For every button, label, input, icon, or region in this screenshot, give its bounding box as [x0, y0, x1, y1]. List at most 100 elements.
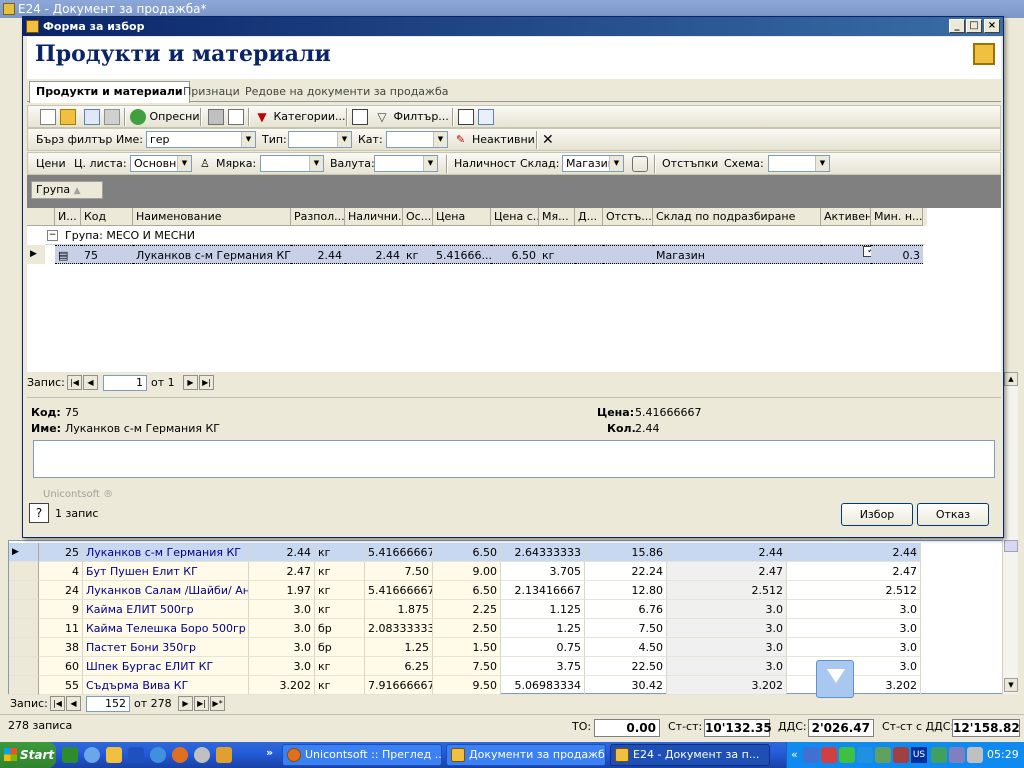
first-record-icon[interactable]: |◀ [67, 375, 82, 390]
column-header[interactable]: Налични... [345, 208, 403, 226]
new-icon[interactable] [40, 109, 56, 125]
refresh-button[interactable]: Опресни [130, 109, 200, 125]
scroll-down-arrow-icon[interactable] [816, 660, 854, 698]
category-filter-select[interactable]: ▼ [386, 131, 448, 148]
notes-field[interactable] [33, 440, 995, 478]
maximize-icon[interactable]: □ [966, 19, 982, 33]
chevron-down-icon[interactable]: ▼ [337, 132, 351, 147]
products-grid[interactable]: И... Код Наименование Разпол... Налични.… [27, 208, 1001, 372]
quicklaunch-ie-icon[interactable] [150, 747, 166, 763]
language-indicator[interactable]: US [911, 747, 927, 763]
name-filter-input[interactable]: гер ▼ [146, 131, 256, 148]
tray-icon-3[interactable] [839, 747, 855, 763]
table-row[interactable]: ▶ 25 Луканков с-м Германия КГ 2.44 кг 5.41666… [9, 543, 921, 562]
start-button[interactable]: Start [0, 742, 56, 768]
store-refresh-icon[interactable] [632, 156, 648, 172]
checkbox-checked-icon[interactable]: ✓ [863, 246, 871, 257]
task-button-1[interactable]: Unicontsoft :: Преглед ... [282, 744, 442, 766]
pricelist-select[interactable]: Основна ▼ [130, 155, 192, 172]
tray-icon-7[interactable] [931, 747, 947, 763]
open-icon[interactable] [60, 109, 76, 125]
task-button-3[interactable]: E24 - Документ за п... [610, 744, 770, 766]
column-header[interactable]: Отстъ... [603, 208, 653, 226]
table-row[interactable]: ▶ ▤ 75 Луканков с-м Германия КГ 2.44 2.4… [27, 245, 927, 264]
background-grid[interactable]: ▶ 25 Луканков с-м Германия КГ 2.44 кг 5.41666… [8, 540, 1008, 695]
chevron-down-icon[interactable]: ▼ [177, 156, 191, 171]
table-row[interactable]: 11 Кайма Телешка Боро 500гр 3.0 бр 2.0833333… [9, 619, 921, 638]
tray-icon-2[interactable] [821, 747, 837, 763]
type-filter-select[interactable]: ▼ [288, 131, 352, 148]
delete-icon[interactable] [104, 109, 120, 125]
columns-icon[interactable] [352, 109, 368, 125]
table-row[interactable]: 38 Пастет Бони 350гр 3.0 бр 1.25 1.50 0.75 4.50… [9, 638, 921, 657]
column-header[interactable]: Цена [433, 208, 491, 226]
quicklaunch-more-icon[interactable]: » [266, 746, 273, 759]
next-record-icon[interactable]: ▶ [183, 375, 198, 390]
minimize-icon[interactable]: _ [949, 19, 965, 33]
categories-button[interactable]: ▼ Категории... [254, 109, 345, 125]
tab-document-rows[interactable]: Редове на документи за продажба [239, 83, 454, 102]
next-record-icon[interactable]: ▶ [178, 696, 193, 711]
new-record-icon[interactable]: ▶* [210, 696, 225, 711]
help-icon[interactable]: ? [29, 503, 49, 523]
column-header[interactable]: Д... [575, 208, 603, 226]
column-header[interactable]: Склад по подразбиране [653, 208, 821, 226]
tray-icon-6[interactable] [893, 747, 909, 763]
close-icon[interactable]: × [984, 19, 1000, 33]
scroll-down-icon[interactable]: ▼ [1004, 678, 1018, 692]
column-header[interactable]: Цена с... [491, 208, 539, 226]
chevron-down-icon[interactable]: ▼ [815, 156, 829, 171]
chevron-down-icon[interactable]: ▼ [309, 156, 323, 171]
clear-filter-icon[interactable]: ✕ [542, 132, 554, 148]
prev-record-icon[interactable]: ◀ [66, 696, 81, 711]
table-row[interactable]: 4 Бут Пушен Елит КГ 2.47 кг 7.50 9.00 3.705 22.… [9, 562, 921, 581]
table-row[interactable]: 9 Кайма ЕЛИТ 500гр 3.0 кг 1.875 2.25 1.125 6.76… [9, 600, 921, 619]
tray-icon-5[interactable] [875, 747, 891, 763]
quicklaunch-app3-icon[interactable] [216, 747, 232, 763]
filter-button[interactable]: ▽ Филтър... [374, 109, 448, 125]
group-row[interactable]: − Група: МЕСО И МЕСНИ [45, 227, 925, 245]
chevron-down-icon[interactable]: ▼ [609, 156, 623, 171]
cancel-button[interactable]: Отказ [917, 503, 989, 526]
tray-icon-4[interactable] [857, 747, 873, 763]
volume-icon[interactable] [967, 747, 983, 763]
quicklaunch-folder-icon[interactable] [106, 747, 122, 763]
tab-products[interactable]: Продукти и материали [29, 81, 190, 103]
chevron-down-icon[interactable]: ▼ [241, 132, 255, 147]
background-vertical-scrollbar[interactable]: ▲ ▼ [1002, 372, 1018, 694]
quicklaunch-app2-icon[interactable] [194, 747, 210, 763]
last-record-icon[interactable]: ▶| [199, 375, 214, 390]
tray-icon-1[interactable] [803, 747, 819, 763]
column-header[interactable]: Код [81, 208, 133, 226]
table-row[interactable]: 60 Шпек Бургас ЕЛИТ КГ 3.0 кг 6.25 7.50 3.75 22… [9, 657, 921, 676]
tray-expand-icon[interactable]: « [791, 742, 798, 768]
column-header[interactable]: Активен [821, 208, 871, 226]
scheme-select[interactable]: ▼ [768, 155, 830, 172]
column-header[interactable]: Мя... [539, 208, 575, 226]
tab-attributes[interactable]: Признаци [177, 83, 246, 102]
scroll-up-icon[interactable]: ▲ [1004, 372, 1018, 386]
quicklaunch-msn-icon[interactable] [84, 747, 100, 763]
table-row[interactable]: 55 Съдърма Вива КГ 3.202 кг 7.91666667 9.50 5.… [9, 676, 921, 695]
print-icon[interactable] [208, 109, 224, 125]
measure-select[interactable]: ▼ [260, 155, 324, 172]
record-input[interactable]: 1 [103, 375, 147, 391]
scroll-thumb[interactable] [1004, 540, 1018, 552]
currency-select[interactable]: ▼ [374, 155, 438, 172]
column-header[interactable]: Наименование [133, 208, 291, 226]
store-select[interactable]: Магазин ▼ [562, 155, 624, 172]
copy-icon[interactable] [84, 109, 100, 125]
tray-icon-8[interactable] [949, 747, 965, 763]
group-column-button[interactable]: Група ▲ [31, 181, 103, 199]
inactive-toggle[interactable]: ✎ Неактивни [456, 132, 535, 148]
column-header[interactable]: Ос... [403, 208, 433, 226]
chevron-down-icon[interactable]: ▼ [433, 132, 447, 147]
quicklaunch-desktop-icon[interactable] [128, 747, 144, 763]
column-header[interactable]: Разпол... [291, 208, 345, 226]
last-record-icon[interactable]: ▶| [194, 696, 209, 711]
column-header[interactable]: Мин. н... [871, 208, 923, 226]
table-row[interactable]: 24Луканков Салам /Шайби/ Ано...1.97кг5.4… [9, 581, 921, 600]
preview-icon[interactable] [228, 109, 244, 125]
collapse-icon[interactable]: − [47, 230, 58, 241]
column-header[interactable]: И... [55, 208, 81, 226]
